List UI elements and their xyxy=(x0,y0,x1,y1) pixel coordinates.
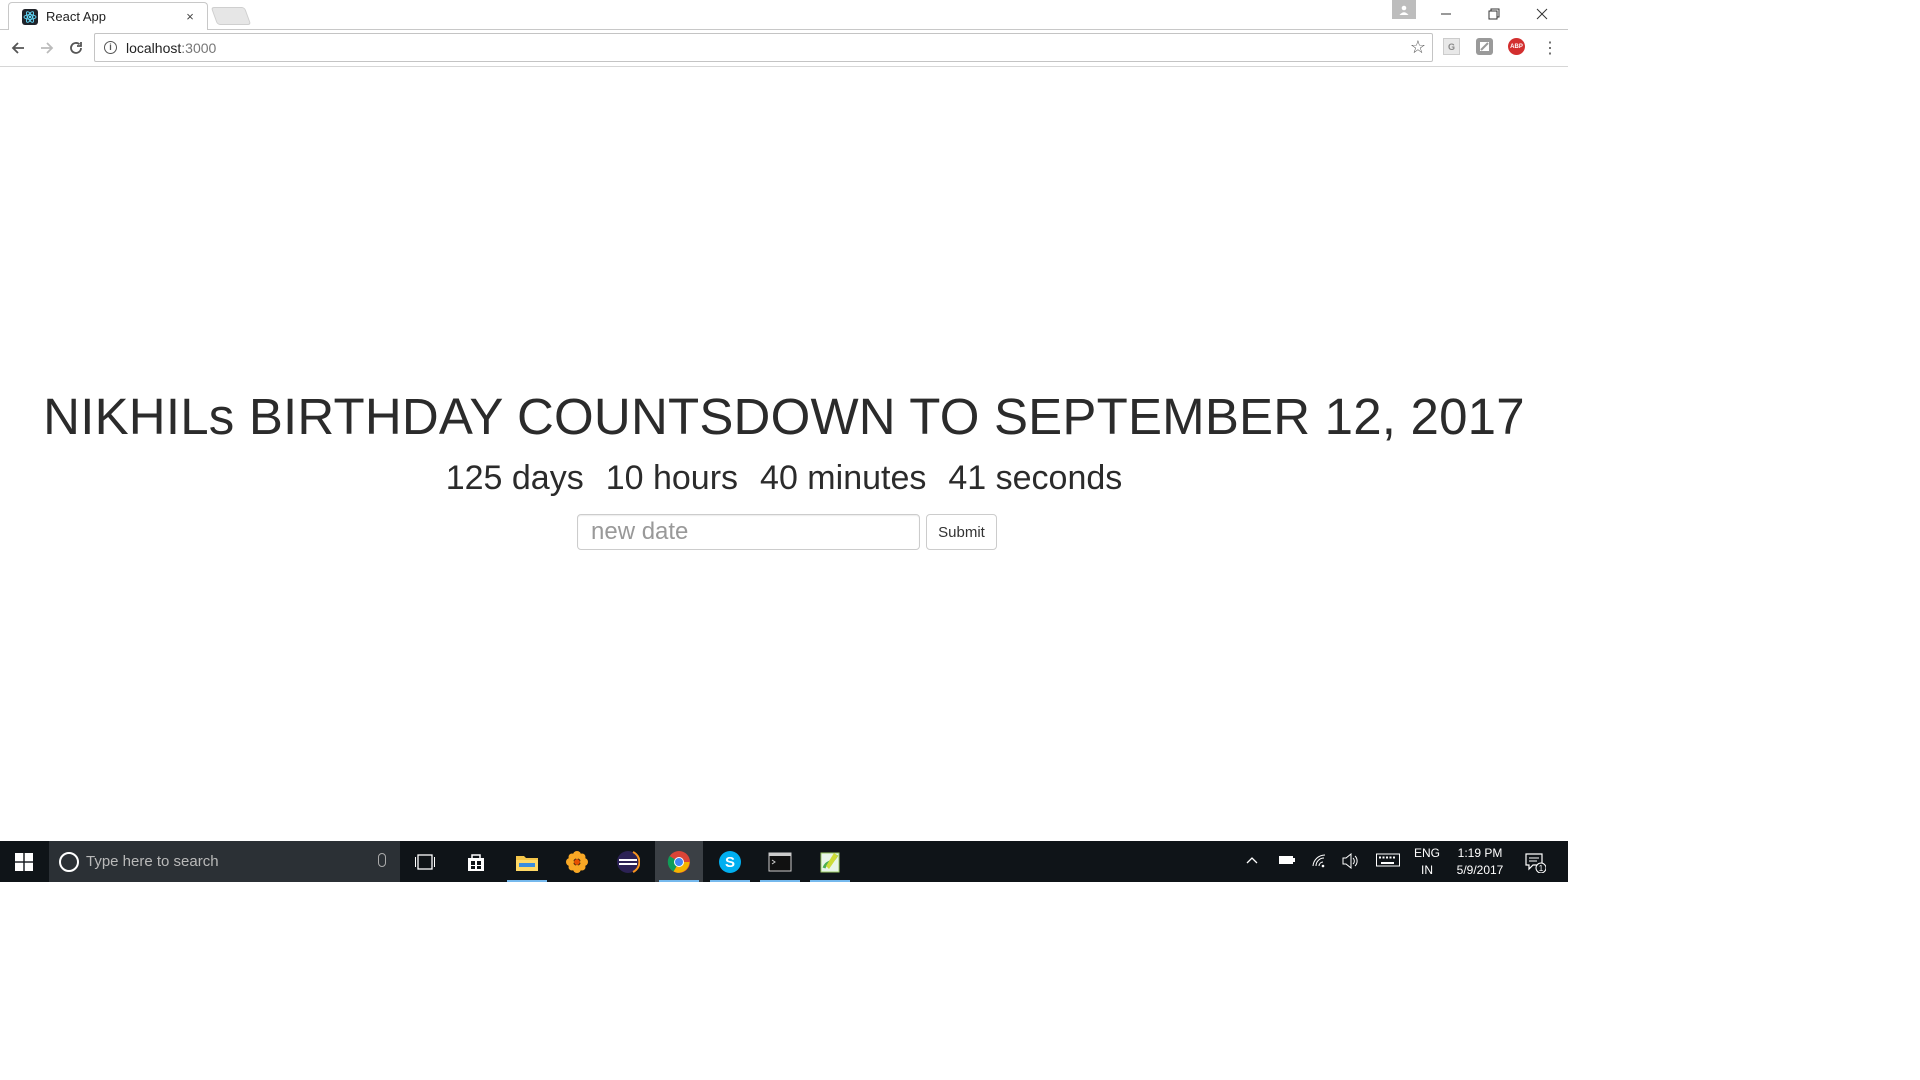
address-bar[interactable]: i localhost:3000 ☆ xyxy=(94,33,1433,62)
new-tab-button[interactable] xyxy=(210,7,252,25)
browser-titlebar: React App × xyxy=(0,0,1568,30)
notepad-plus-icon[interactable] xyxy=(806,841,854,882)
countdown-days: 125 days xyxy=(445,459,584,497)
clock-date[interactable]: 5/9/2017 xyxy=(1450,862,1510,879)
date-form: Submit xyxy=(577,514,997,550)
submit-button[interactable]: Submit xyxy=(926,514,997,550)
browser-toolbar: i localhost:3000 ☆ G ABP ⋮ xyxy=(0,30,1568,67)
countdown-hours: 10 hours xyxy=(605,459,739,497)
notification-count: 1 xyxy=(1539,864,1544,873)
file-explorer-icon[interactable] xyxy=(503,841,551,882)
keyboard-icon[interactable] xyxy=(1376,853,1400,870)
back-icon[interactable] xyxy=(6,36,30,60)
microphone-icon[interactable] xyxy=(378,853,386,867)
url-text[interactable]: localhost:3000 xyxy=(126,40,216,56)
skype-icon[interactable]: S xyxy=(706,841,754,882)
app-flower-icon[interactable] xyxy=(553,841,601,882)
action-center-icon[interactable]: 1 xyxy=(1524,851,1547,876)
page-title: NIKHILs BIRTHDAY COUNTSDOWN TO SEPTEMBER… xyxy=(43,388,1525,445)
windows-start-icon[interactable] xyxy=(0,841,48,882)
browser-tab[interactable]: React App × xyxy=(8,2,208,30)
taskbar-search[interactable]: Type here to search xyxy=(49,841,400,882)
adblock-plus-icon[interactable]: ABP xyxy=(1508,38,1525,55)
reload-icon[interactable] xyxy=(64,36,88,60)
task-view-icon[interactable] xyxy=(401,841,449,882)
countdown: 125 days 10 hours 40 minutes 41 seconds xyxy=(0,459,1568,498)
react-favicon-icon xyxy=(22,8,38,25)
tray-overflow-icon[interactable] xyxy=(1245,853,1259,870)
countdown-minutes: 40 minutes xyxy=(760,459,927,497)
extension-grey-icon[interactable] xyxy=(1476,38,1493,55)
eclipse-icon[interactable] xyxy=(604,841,652,882)
info-icon[interactable]: i xyxy=(104,41,117,54)
countdown-seconds: 41 seconds xyxy=(948,459,1123,497)
restore-icon[interactable] xyxy=(1470,0,1518,28)
search-placeholder[interactable]: Type here to search xyxy=(86,853,219,870)
page-content: NIKHILs BIRTHDAY COUNTSDOWN TO SEPTEMBER… xyxy=(0,67,1568,841)
bookmark-star-icon[interactable]: ☆ xyxy=(1410,37,1426,58)
windows-taskbar: Type here to search S ENG IN 1:19 PM 5/9… xyxy=(0,841,1568,882)
tab-title: React App xyxy=(46,9,106,24)
tab-close-icon[interactable]: × xyxy=(179,9,201,24)
battery-icon[interactable] xyxy=(1278,853,1296,870)
chrome-menu-icon[interactable]: ⋮ xyxy=(1538,36,1562,60)
svg-text:S: S xyxy=(725,854,735,871)
language-indicator[interactable]: ENG IN xyxy=(1408,845,1446,879)
clock[interactable]: 1:19 PM 5/9/2017 xyxy=(1450,845,1510,879)
volume-icon[interactable] xyxy=(1342,852,1360,872)
cortana-icon[interactable] xyxy=(59,851,79,872)
store-icon[interactable] xyxy=(452,841,500,882)
minimize-icon[interactable] xyxy=(1422,0,1470,28)
wifi-icon[interactable] xyxy=(1311,853,1329,872)
forward-icon[interactable] xyxy=(35,36,59,60)
extension-g-icon[interactable]: G xyxy=(1443,38,1460,55)
close-window-icon[interactable] xyxy=(1518,0,1566,28)
new-date-input[interactable] xyxy=(577,514,920,550)
terminal-icon[interactable] xyxy=(756,841,804,882)
profile-icon[interactable] xyxy=(1392,0,1416,19)
chrome-icon[interactable] xyxy=(655,841,703,882)
clock-time[interactable]: 1:19 PM xyxy=(1450,845,1510,862)
